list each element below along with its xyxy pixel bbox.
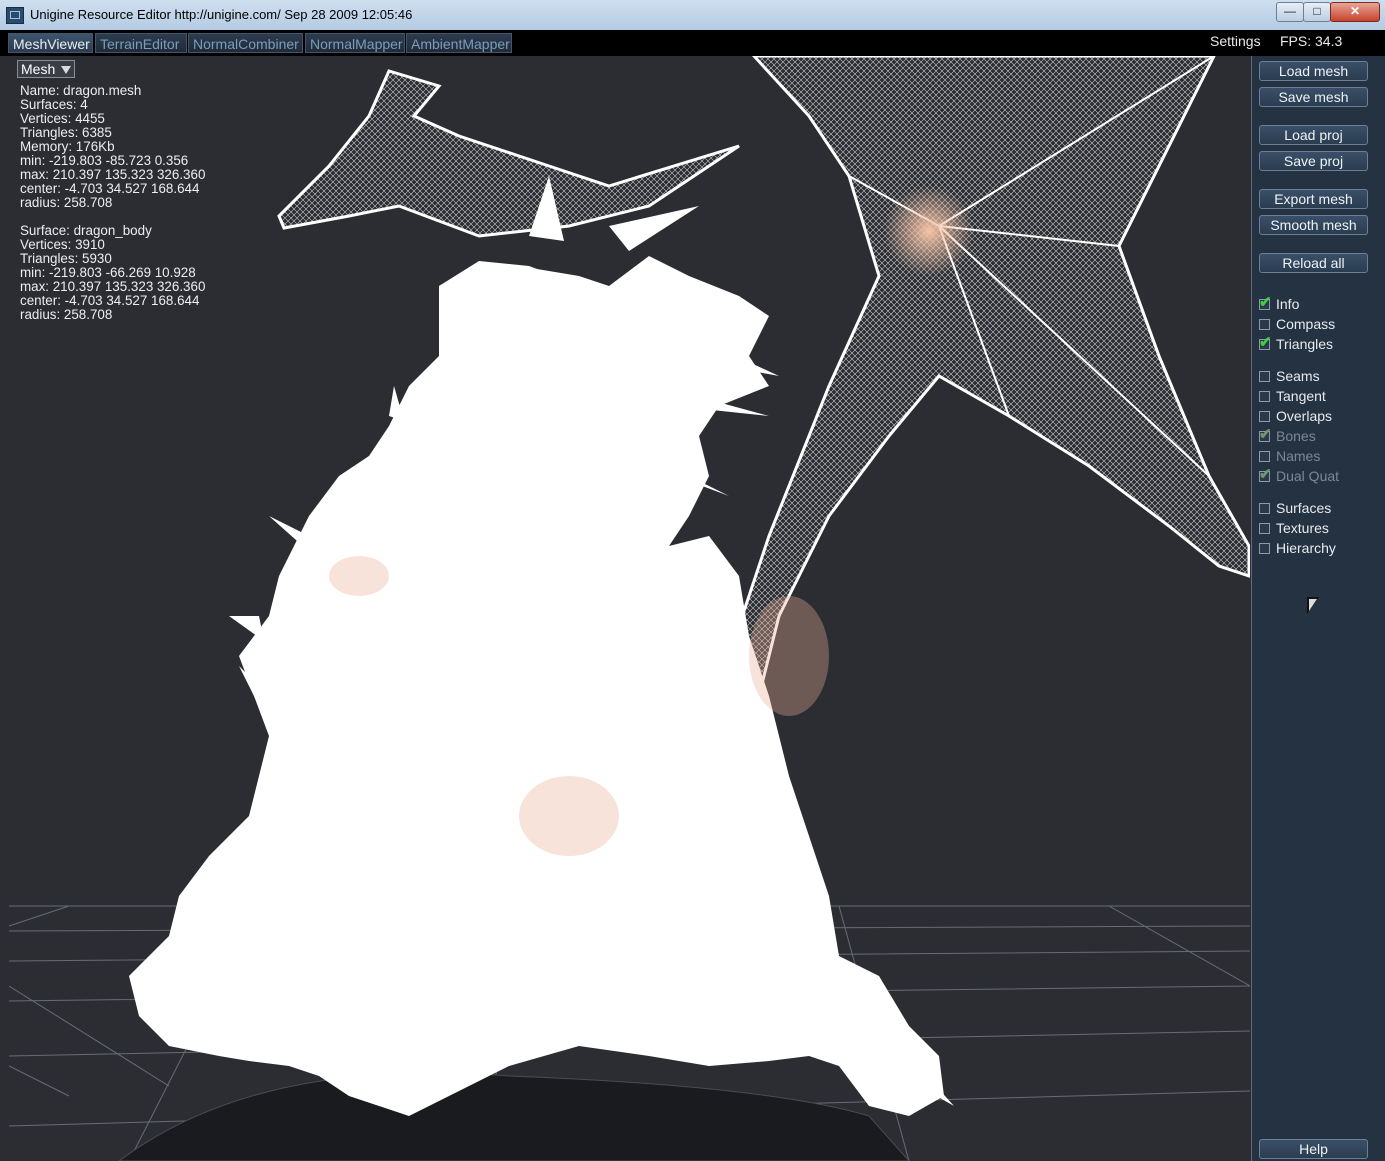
fps-counter: FPS: 34.3 [1280,33,1343,49]
checkbox-label: Bones [1276,428,1316,444]
dragon-left-wing [277,69,740,238]
smooth-mesh-button[interactable]: Smooth mesh [1259,215,1368,235]
surface-info-line: radius: 258.708 [20,307,113,322]
checkbox-box [1259,543,1270,554]
info-line: Memory: 176Kb [20,139,115,154]
checkbox-label: Triangles [1276,336,1334,352]
reload-all-button[interactable]: Reload all [1259,253,1368,273]
surface-info-line: center: -4.703 34.527 168.644 [20,293,200,308]
surface-info-line: Surface: dragon_body [20,223,152,238]
surface-info-line: min: -219.803 -66.269 10.928 [20,265,196,280]
checkbox-label: Dual Quat [1276,468,1340,484]
checkbox-label: Tangent [1276,388,1326,404]
rock-base [118,1072,910,1161]
checkmark-icon: ✔ [1259,294,1272,311]
info-line: center: -4.703 34.527 168.644 [20,181,200,196]
tab-terraineditor[interactable]: TerrainEditor [95,33,187,53]
tab-normalcombiner[interactable]: NormalCombiner [188,33,303,53]
checkmark-icon: ✔ [1259,426,1272,443]
checkbox-box [1259,411,1270,422]
export-mesh-button[interactable]: Export mesh [1259,189,1368,209]
window-title: Unigine Resource Editor http://unigine.c… [30,7,413,22]
checkbox-label: Hierarchy [1276,540,1336,556]
surface-info-line: Vertices: 3910 [20,237,105,252]
tab-meshviewer[interactable]: MeshViewer [8,33,93,53]
3d-viewport[interactable]: Mesh Name: dragon.mesh Surfaces: 4 Verti… [9,56,1250,1161]
info-line: min: -219.803 -85.723 0.356 [20,153,189,168]
checkbox-box [1259,503,1270,514]
help-button[interactable]: Help [1259,1139,1368,1159]
checkbox-label: Overlaps [1276,408,1333,424]
load-proj-button[interactable]: Load proj [1259,125,1368,145]
mesh-info-overlay: Name: dragon.mesh Surfaces: 4 Vertices: … [20,84,205,322]
checkbox-label: Seams [1276,368,1320,384]
tab-ambientmapper[interactable]: AmbientMapper [406,33,512,53]
tab-bar: MeshViewer TerrainEditor NormalCombiner … [0,30,1385,56]
checkbox-label: Textures [1276,520,1329,536]
info-line: Vertices: 4455 [20,111,105,126]
tab-normalmapper[interactable]: NormalMapper [305,33,405,53]
mesh-mode-value: Mesh [21,61,56,77]
checkmark-icon: ✔ [1259,334,1272,351]
settings-button[interactable]: Settings [1210,33,1261,49]
checkbox-box [1259,391,1270,402]
title-bar: Unigine Resource Editor http://unigine.c… [0,0,1385,31]
surface-info-line: Triangles: 5930 [20,251,112,266]
highlight-glow [884,186,974,276]
info-line: Name: dragon.mesh [20,83,142,98]
checkbox-box [1259,451,1270,462]
mesh-mode-select[interactable]: Mesh [17,60,75,78]
info-line: Triangles: 6385 [20,125,112,140]
save-proj-button[interactable]: Save proj [1259,151,1368,171]
mouse-cursor-icon [1307,597,1319,614]
app-icon [6,7,24,24]
maximize-button[interactable]: □ [1303,2,1331,22]
save-mesh-button[interactable]: Save mesh [1259,87,1368,107]
checkbox-box [1259,319,1270,330]
checkbox-label: Compass [1276,316,1336,332]
checkbox-label: Surfaces [1276,500,1332,516]
load-mesh-button[interactable]: Load mesh [1259,61,1368,81]
minimize-button[interactable]: — [1276,2,1304,22]
close-button[interactable]: ✕ [1330,2,1380,22]
checkbox-box [1259,523,1270,534]
checkbox-label: Info [1276,296,1300,312]
checkmark-icon: ✔ [1259,466,1272,483]
checkbox-label: Names [1276,448,1321,464]
checkbox-box [1259,371,1270,382]
info-line: radius: 258.708 [20,195,113,210]
info-line: max: 210.397 135.323 326.360 [20,167,206,182]
surface-info-line: max: 210.397 135.323 326.360 [20,279,206,294]
info-line: Surfaces: 4 [20,97,88,112]
dropdown-arrow-icon [61,66,71,74]
